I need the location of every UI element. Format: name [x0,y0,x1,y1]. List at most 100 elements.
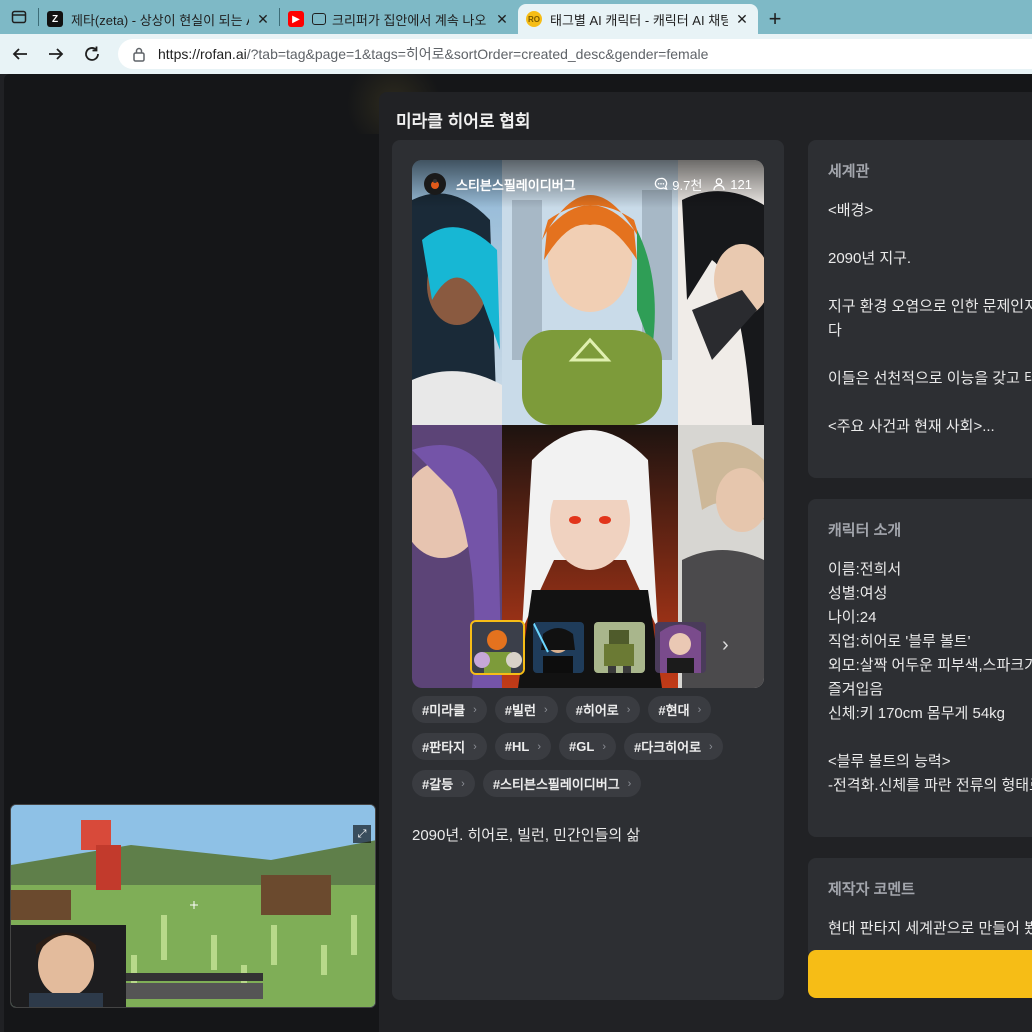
tag-chip[interactable]: #GL › [559,733,616,760]
tag-chip[interactable]: #판타지 › [412,733,487,760]
chevron-right-icon: › [709,740,713,753]
url-host: https://rofan.ai [158,46,247,62]
section-heading: 제작자 코멘트 [828,881,915,898]
text-line [828,343,1028,367]
creator-comment-card: 제작자 코멘트 현대 판타지 세계관으로 만들어 봤 [808,858,1032,958]
text-line: 나이:24 [828,609,877,626]
section-heading: 캐릭터 소개 [828,522,902,539]
browser-toolbar: https://rofan.ai/?tab=tag&page=1&tags=히어… [0,34,1032,74]
tag-chip[interactable]: #현대 › [648,696,712,723]
tab-actions-button[interactable] [0,0,38,34]
chevron-right-icon: › [627,777,632,790]
text-line: 신체:키 170cm 몸무게 54kg [828,705,1006,722]
close-icon[interactable]: ✕ [255,11,271,27]
text-line: 성별:여성 [828,585,888,602]
reload-icon [85,46,99,61]
user-count-value: 121 [730,176,752,192]
url-path: /?tab=tag&page=1&tags=히어로&sortOrder=crea… [246,46,709,62]
chat-count-value: 9.7천 [672,177,703,193]
gallery-thumbnails [470,620,708,675]
chevron-right-icon: › [697,703,702,716]
tag-chip[interactable]: #다크히어로 › [624,733,723,760]
address-bar[interactable]: https://rofan.ai/?tab=tag&page=1&tags=히어… [118,39,1032,69]
tab-title: 제타(zeta) - 상상이 현실이 되는 AI [71,12,249,28]
tag-chip[interactable]: #히어로 › [565,696,641,723]
chevron-right-icon: › [473,703,477,716]
tag-chip[interactable]: #HL › [494,733,552,760]
browser-tab-zeta[interactable]: Z 제타(zeta) - 상상이 현실이 되는 AI ✕ [39,4,279,34]
creator-avatar[interactable] [424,173,446,195]
text-line [828,271,1028,295]
lock-icon[interactable] [130,45,148,63]
chevron-right-icon: › [626,703,631,716]
browser-tab-rofan[interactable]: RO 태그별 AI 캐릭터 - 캐릭터 AI 채팅 ✕ [518,4,758,34]
tab-title: 태그별 AI 캐릭터 - 캐릭터 AI 채팅 [550,12,728,28]
tab-strip: Z 제타(zeta) - 상상이 현실이 되는 AI ✕ ▶ 크리퍼가 집안에서… [0,0,1032,34]
start-chat-button[interactable] [808,950,1032,998]
text-line: 직업:히어로 '블루 볼트' [828,633,971,650]
forward-button[interactable] [38,36,74,72]
text-line: -전격화.신체를 파란 전류의 형태로 [828,777,1032,794]
character-detail-modal: 미라클 히어로 협회 스티븐스필레이디버그 9.7천 121 › #미라클 › … [379,92,1032,1032]
arrow-right-icon [49,48,64,60]
chevron-right-icon: › [461,777,465,790]
tag-chip[interactable]: #미라클 › [412,696,487,723]
gallery-header: 스티븐스필레이디버그 9.7천 121 [412,160,764,208]
gallery-thumbnail[interactable] [470,620,525,675]
stream-overlay: ⤢ [10,804,376,1008]
close-icon[interactable]: ✕ [734,11,750,27]
chevron-right-icon[interactable]: › [722,634,729,657]
text-line [828,391,1028,415]
text-line: <블루 볼트의 능력> [828,753,951,770]
chevron-right-icon: › [473,740,477,753]
tag-list: #미라클 › #빌런 › #히어로 › #현대 › #판타지 › #HL › #GL › #다… [412,696,772,797]
text-line: 이들은 선천적으로 이능을 갖고 태 [828,370,1032,387]
character-card: 스티븐스필레이디버그 9.7천 121 › #미라클 › #빌런 › #히어로 … [392,140,784,1000]
text-line: 2090년 지구. [828,250,912,267]
creator-name[interactable]: 스티븐스필레이디버그 [456,175,576,194]
tag-chip[interactable]: #빌런 › [494,696,558,723]
sidebar-icon [11,10,27,24]
gallery-thumbnail[interactable] [592,620,647,675]
ladybug-icon [431,179,439,189]
gallery-thumbnail[interactable] [531,620,586,675]
text-line: 외모:살짝 어두운 피부색,스파크가 [828,657,1032,674]
text-line: 지구 환경 오염으로 인한 문제인지 [828,298,1032,315]
chat-count: 9.7천 [654,175,702,194]
character-description: 2090년. 히어로, 빌런, 민간인들의 삶 [412,827,641,844]
new-tab-button[interactable]: + [758,4,792,34]
tag-chip[interactable]: #갈등 › [412,770,475,797]
youtube-icon: ▶ [288,11,304,27]
close-icon[interactable]: ✕ [494,11,510,27]
zeta-icon: Z [47,11,63,27]
user-icon [713,178,725,191]
world-setting-card: 세계관 <배경> 2090년 지구. 지구 환경 오염으로 인한 문제인지 다 … [808,140,1032,478]
text-line: <배경> [828,202,874,219]
character-intro-card: 캐릭터 소개 이름:전희서 성별:여성 나이:24 직업:히어로 '블루 볼트'… [808,499,1032,837]
reload-button[interactable] [74,36,110,72]
picture-in-picture-icon [312,13,326,25]
game-scene [11,805,375,1007]
text-line: 현대 판타지 세계관으로 만들어 봤 [828,920,1032,937]
tag-chip[interactable]: #스티븐스필레이디버그 › [482,770,642,797]
text-line: <주요 사건과 현재 사회>... [828,418,995,435]
text-line [828,223,1028,247]
user-count: 121 [712,177,752,192]
arrow-left-icon [12,48,27,60]
rofan-icon: RO [526,11,542,27]
back-button[interactable] [2,36,38,72]
chevron-right-icon: › [543,703,548,716]
gallery-thumbnail[interactable] [653,620,708,675]
chat-bubble-icon [655,177,668,191]
expand-icon[interactable]: ⤢ [353,825,371,843]
character-gallery[interactable]: 스티븐스필레이디버그 9.7천 121 › [412,160,764,688]
tab-title: 크리퍼가 집안에서 계속 나오 [332,12,487,28]
text-line [828,726,1028,750]
section-heading: 세계관 [828,163,870,180]
text-line: 다 [828,322,842,339]
browser-tab-youtube[interactable]: ▶ 크리퍼가 집안에서 계속 나오 ✕ [280,4,518,34]
character-artwork [412,160,764,688]
text-line: 이름:전희서 [828,561,902,578]
character-title: 미라클 히어로 협회 [396,112,531,131]
chevron-right-icon: › [602,740,606,753]
